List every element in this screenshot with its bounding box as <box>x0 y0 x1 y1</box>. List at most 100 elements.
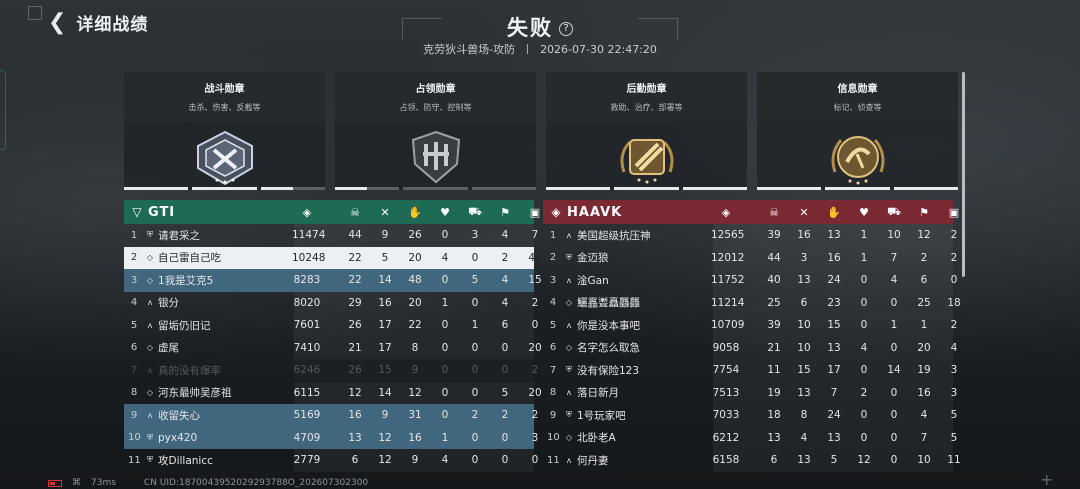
stat-deaths: 4 <box>800 431 808 444</box>
stat-assists: 20 <box>408 296 422 309</box>
revives-icon[interactable]: ♥ <box>856 204 872 220</box>
player-rank: 1 <box>130 229 138 241</box>
help-icon[interactable]: ? <box>559 22 573 36</box>
stat-deaths: 13 <box>797 386 811 399</box>
stat-revives: 0 <box>860 274 868 287</box>
stat-revives: 4 <box>860 341 868 354</box>
medic-class-icon: ⛨ <box>566 365 572 375</box>
player-rank: 5 <box>549 319 557 331</box>
medal-desc: 救助、治疗、部署等 <box>610 103 683 112</box>
stat-assists: 13 <box>827 431 841 444</box>
progress-segment <box>124 187 189 190</box>
player-row[interactable]: 2 ◇ 自己雷自己吃 10248 22 5 20 4 0 2 40 <box>124 246 542 269</box>
stat-intel: 3 <box>950 364 958 377</box>
player-row[interactable]: 4 ◇ 鱺靐聻矗龘龘 11214 25 6 23 0 0 25 18 <box>543 291 961 314</box>
player-row[interactable]: 5 ʌ 留垢仍旧记 7601 26 17 22 0 1 6 0 <box>124 314 538 337</box>
stat-assists: 17 <box>827 364 841 377</box>
intel-icon[interactable]: ▣ <box>946 204 962 220</box>
player-name: 金迈狼 <box>577 252 609 265</box>
kills-icon[interactable]: ☠ <box>766 204 782 220</box>
player-row[interactable]: 9 ʌ 收留失心 5169 16 9 31 0 2 2 2 <box>124 404 538 427</box>
deaths-icon[interactable]: ✕ <box>796 204 812 220</box>
player-rank: 4 <box>549 297 557 309</box>
stat-score: 8020 <box>293 296 321 309</box>
player-name: 攻Dillanicc <box>158 454 213 467</box>
player-row[interactable]: 4 ʌ 银分 8020 29 16 20 1 0 4 2 <box>124 291 538 314</box>
match-datetime: 2026-07-30 22:47:20 <box>540 43 657 56</box>
assault-class-icon: ʌ <box>566 388 572 398</box>
player-rank: 7 <box>549 364 557 376</box>
player-rank: 8 <box>549 387 557 399</box>
player-row[interactable]: 7 ʌ 真的没有爆率 6246 26 15 9 0 0 0 2 <box>124 359 539 382</box>
stat-vehicle: 0 <box>890 431 898 444</box>
stat-deaths: 9 <box>381 409 389 422</box>
stat-revives: 0 <box>441 229 449 242</box>
vehicle-icon[interactable]: ⛟ <box>467 204 483 220</box>
player-rank: 2 <box>549 252 557 264</box>
capture-icon[interactable]: ⚑ <box>916 204 932 220</box>
uid-text: CN UID:1870043952029293788O_202607302300 <box>143 478 369 488</box>
player-row[interactable]: 1 ⛨ 请君采之 11474 44 9 26 0 3 4 7 <box>124 224 538 247</box>
deaths-icon[interactable]: ✕ <box>377 204 393 220</box>
team-defender-icon: ▽ <box>132 205 142 219</box>
medal-card[interactable]: 后勤勋章 救助、治疗、部署等 <box>546 72 747 190</box>
match-info: 克劳狄斗兽场-攻防 2026-07-30 22:47:20 <box>0 41 1080 57</box>
stat-score: 9058 <box>712 341 740 354</box>
support-class-icon: ◇ <box>146 388 154 398</box>
score-icon[interactable]: ◈ <box>718 204 734 220</box>
vehicle-icon[interactable]: ⛟ <box>886 204 902 220</box>
stat-score: 7033 <box>712 409 740 422</box>
player-row[interactable]: 6 ◇ 名字怎么取急 9058 21 10 13 4 0 20 4 <box>543 336 957 359</box>
player-row[interactable]: 3 ʌ 淦Gan 11752 40 13 24 0 4 6 0 <box>543 269 957 292</box>
player-row[interactable]: 10 ⛨ pyx420 4709 13 12 16 1 0 0 3 <box>124 426 538 449</box>
player-name: 1我是艾克5 <box>158 274 214 287</box>
medal-card[interactable]: 战斗勋章 击杀、伤害、反截等 <box>124 72 325 190</box>
stat-capture: 12 <box>917 229 931 242</box>
stat-assists: 20 <box>408 251 422 264</box>
progress-segment <box>757 187 822 190</box>
kills-icon[interactable]: ☠ <box>347 204 363 220</box>
player-row[interactable]: 11 ⛨ 攻Dillanicc 2779 6 12 9 4 0 0 0 <box>124 449 538 472</box>
intel-icon[interactable]: ▣ <box>527 204 543 220</box>
player-name-cell: ◇ 鱺靐聻矗龘龘 <box>565 295 640 310</box>
player-row[interactable]: 8 ʌ 落日新月 7513 19 13 7 2 0 16 3 <box>543 381 957 404</box>
player-row[interactable]: 9 ⛨ 1号玩家吧 7033 18 8 24 0 0 4 5 <box>543 404 957 427</box>
player-row[interactable]: 3 ◇ 1我是艾克5 8283 22 14 48 0 5 4 15 <box>124 269 542 292</box>
assists-icon[interactable]: ✋ <box>407 204 423 220</box>
revives-icon[interactable]: ♥ <box>437 204 453 220</box>
player-name-cell: ⛨ 请君采之 <box>146 228 200 243</box>
player-rank: 6 <box>549 342 557 354</box>
score-icon[interactable]: ◈ <box>299 204 315 220</box>
player-row[interactable]: 10 ◇ 北卧老A 6212 13 4 13 0 0 7 5 <box>543 426 957 449</box>
stat-deaths: 17 <box>378 319 392 332</box>
player-row[interactable]: 7 ⛨ 没有保险123 7754 11 15 17 0 14 19 3 <box>543 359 957 382</box>
medal-card[interactable]: 信息勋章 标记、侦查等 <box>757 72 958 190</box>
capture-icon[interactable]: ⚑ <box>497 204 513 220</box>
scrollbar[interactable] <box>962 72 965 277</box>
player-rank: 3 <box>130 274 138 286</box>
player-row[interactable]: 5 ʌ 你是没本事吧 10709 39 10 15 0 1 1 2 <box>543 314 957 337</box>
stat-kills: 40 <box>767 274 781 287</box>
medal-desc: 标记、侦查等 <box>833 103 882 112</box>
assists-icon[interactable]: ✋ <box>826 204 842 220</box>
stat-assists: 16 <box>408 431 422 444</box>
assault-class-icon: ʌ <box>566 455 572 465</box>
player-row[interactable]: 8 ◇ 河东最帅吴彦祖 6115 12 14 12 0 0 5 20 <box>124 381 542 404</box>
stat-kills: 22 <box>348 251 362 264</box>
player-row[interactable]: 1 ʌ 美国超级抗压神 12565 39 16 13 1 10 12 2 <box>543 224 957 247</box>
medal-card[interactable]: 占领勋章 占领、防守、控制等 <box>335 72 536 190</box>
player-row[interactable]: 2 ⛨ 金迈狼 12012 44 3 16 1 7 2 2 <box>543 246 957 269</box>
stat-capture: 0 <box>501 364 509 377</box>
medic-class-icon: ⛨ <box>147 455 153 465</box>
stat-kills: 44 <box>348 229 362 242</box>
stat-intel: 5 <box>950 431 958 444</box>
stat-revives: 0 <box>441 409 449 422</box>
stat-assists: 5 <box>830 454 838 467</box>
player-row[interactable]: 6 ◇ 虚尾 7410 21 17 8 0 0 0 20 <box>124 336 542 359</box>
stat-vehicle: 0 <box>471 364 479 377</box>
medal-progress <box>546 187 747 190</box>
player-row[interactable]: 11 ʌ 何丹妻 6158 6 13 5 12 0 10 11 <box>543 449 961 472</box>
stat-revives: 1 <box>860 251 868 264</box>
stat-capture: 10 <box>917 454 931 467</box>
stat-revives: 0 <box>860 364 868 377</box>
